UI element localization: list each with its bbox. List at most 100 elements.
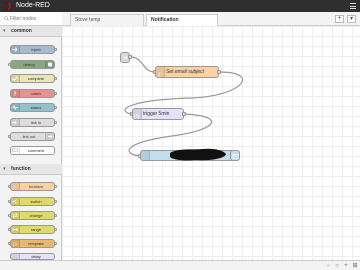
envelope-icon [232,154,239,159]
switch-icon [11,198,20,205]
tab-label: Notification [151,17,179,23]
output-port [54,228,57,231]
palette-node-function[interactable]: f function [10,182,55,191]
zoom-reset-button[interactable]: ○ [333,263,341,269]
palette-node-label: function [28,184,43,189]
palette-node-link-out[interactable]: link out [10,132,55,141]
change-icon [11,212,20,219]
palette-node-label: link out [22,134,36,139]
workspace-footer: − ○ + ⊞ [62,260,360,270]
palette-node-label: inject [31,47,41,52]
navigator-button[interactable]: ⊞ [351,263,359,269]
arrow-in-icon [11,119,20,126]
output-port [54,121,57,124]
timer-icon [11,254,20,259]
pulse-icon [11,104,20,111]
palette-node-label: complete [27,76,45,81]
palette-node-template[interactable]: {} template [10,239,55,248]
palette-node-change[interactable]: change [10,211,55,220]
bug-icon [45,61,54,68]
arrow-right-icon [11,46,20,53]
tab-label: Stove temp [75,17,101,23]
palette-node-comment[interactable]: comment [10,146,55,155]
email-icon [141,151,150,160]
palette-node-label: change [29,213,43,218]
wire [129,56,156,73]
palette-node-debug[interactable]: debug [10,60,55,69]
range-icon [11,226,20,233]
zoom-out-button[interactable]: − [324,263,332,269]
main-menu-icon[interactable] [350,3,356,9]
list-flows-button[interactable]: ▾ [347,15,356,23]
palette-node-range[interactable]: range [10,225,55,234]
palette-node-label: link in [30,120,42,125]
palette-node-label: template [28,241,44,246]
output-port [54,214,57,217]
palette-category-function[interactable]: ▾ function [0,164,62,175]
palette-node-label: status [30,105,42,110]
palette-node-label: debug [23,62,35,67]
input-port [8,63,11,66]
palette-filter [0,12,62,26]
tab-stove-temp[interactable]: Stove temp [70,14,144,26]
email-node-icon-right [230,150,240,161]
svg-text:f: f [158,72,161,78]
function-icon: f [11,183,20,190]
input-port [8,228,11,231]
output-port[interactable] [182,112,186,116]
output-port [54,106,57,109]
output-port[interactable] [128,55,132,59]
add-tab-button[interactable]: + [335,15,344,23]
palette-node-catch[interactable]: catch [10,89,55,98]
comment-icon [11,147,20,154]
palette-footer [0,260,62,270]
flow-node-label: Set email subject [166,69,205,75]
input-port [8,200,11,203]
flow-wires [124,56,243,157]
input-port [8,135,11,138]
output-port [54,77,57,80]
check-icon [11,75,20,82]
palette-node-label: comment [27,148,45,153]
svg-text:{}: {} [12,242,17,246]
category-label: common [11,28,32,34]
input-port [8,185,11,188]
node-red-logo-icon [5,2,14,10]
output-port [54,92,57,95]
palette-node-inject[interactable]: inject [10,45,55,54]
palette-node-label: range [30,227,42,232]
exclamation-icon [11,90,20,97]
palette-node-switch[interactable]: switch [10,197,55,206]
output-port [54,48,57,51]
template-icon: {} [11,240,20,247]
palette-node-delay[interactable]: delay [10,253,55,260]
flow-node-set-email-subject[interactable]: f Set email subject [155,66,219,78]
output-port [54,242,57,245]
search-icon [4,16,9,21]
palette-node-link-in[interactable]: link in [10,118,55,127]
workspace-tabs: Stove temp Notification + ▾ [62,12,360,27]
output-port [54,185,57,188]
input-port [8,242,11,245]
arrow-out-icon [45,133,54,140]
palette-node-complete[interactable]: complete [10,74,55,83]
zoom-in-button[interactable]: + [342,263,350,269]
chevron-down-icon: ▾ [3,166,6,172]
category-label: function [11,166,31,172]
input-port [8,214,11,217]
flow-node-trigger[interactable]: trigger 5min [132,108,184,120]
app-header: Node-RED [0,0,360,12]
palette-node-label: switch [30,199,42,204]
output-port [54,200,57,203]
redaction-mark [170,148,226,161]
flow-canvas[interactable]: f Set email subject trigger 5min [62,26,360,260]
palette-category-common[interactable]: ▾ common [0,26,62,37]
chevron-down-icon: ▾ [3,28,6,34]
palette-node-status[interactable]: status [10,103,55,112]
output-port[interactable] [217,70,221,74]
palette-node-label: catch [31,91,41,96]
svg-text:f: f [14,184,16,189]
timer-icon [133,109,142,119]
palette-filter-input[interactable] [10,14,58,23]
flow-node-label: trigger 5min [143,111,170,117]
